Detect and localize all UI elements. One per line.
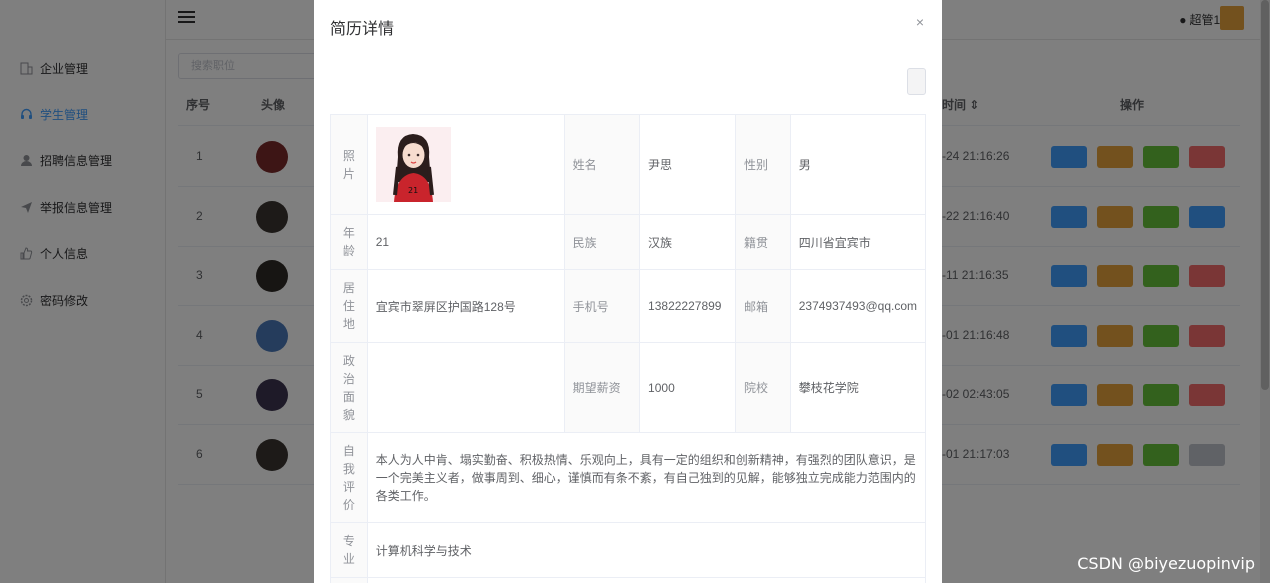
label-phone: 手机号	[563, 269, 641, 343]
label-age: 年龄	[330, 214, 368, 270]
value-name: 尹思	[639, 114, 736, 215]
label-gender: 性别	[734, 114, 791, 215]
label-politics: 政治面貌	[330, 342, 368, 433]
photo-cell: 21	[366, 114, 565, 215]
dialog-title: 简历详情	[330, 21, 395, 38]
print-button[interactable]	[907, 68, 926, 95]
label-photo: 照片	[330, 114, 368, 215]
value-phone: 13822227899	[639, 269, 736, 343]
value-school: 攀枝花学院	[789, 342, 927, 433]
watermark: CSDN @biyezuopinvip	[1077, 554, 1255, 573]
label-email: 邮箱	[734, 269, 791, 343]
value-salary: 1000	[639, 342, 736, 433]
resume-table: 照片 21 姓名 尹思 性别 男 年龄 21 民族 汉族 籍贯 四川省宜宾市 居…	[330, 114, 927, 583]
value-age: 21	[366, 214, 565, 270]
svg-text:21: 21	[408, 186, 418, 195]
value-native-place: 四川省宜宾市	[789, 214, 927, 270]
label-school: 院校	[734, 342, 791, 433]
label-salary: 期望薪资	[563, 342, 641, 433]
label-ethnicity: 民族	[563, 214, 641, 270]
value-self-evaluation: 本人为人中肯、塌实勤奋、积极热情、乐观向上，具有一定的组织和创新精神，有强烈的团…	[366, 432, 927, 523]
resume-dialog: 简历详情 × 照片 21 姓名 尹思 性别 男 年 龄 21 民族 汉族 籍贯 …	[314, 0, 942, 583]
table-row-continued-value	[366, 577, 927, 583]
label-self-evaluation: 自我评价	[330, 432, 368, 523]
close-icon[interactable]: ×	[916, 14, 924, 30]
label-name: 姓名	[563, 114, 641, 215]
label-address: 居住地	[330, 269, 368, 343]
value-email: 2374937493@qq.com	[789, 269, 927, 343]
student-photo: 21	[375, 127, 451, 202]
label-major: 专业	[330, 522, 368, 578]
value-address: 宜宾市翠屏区护国路128号	[366, 269, 565, 343]
label-native-place: 籍贯	[734, 214, 791, 270]
table-row-continued	[330, 577, 368, 583]
value-gender: 男	[789, 114, 927, 215]
value-ethnicity: 汉族	[639, 214, 736, 270]
value-politics	[366, 342, 565, 433]
value-major: 计算机科学与技术	[366, 522, 927, 578]
